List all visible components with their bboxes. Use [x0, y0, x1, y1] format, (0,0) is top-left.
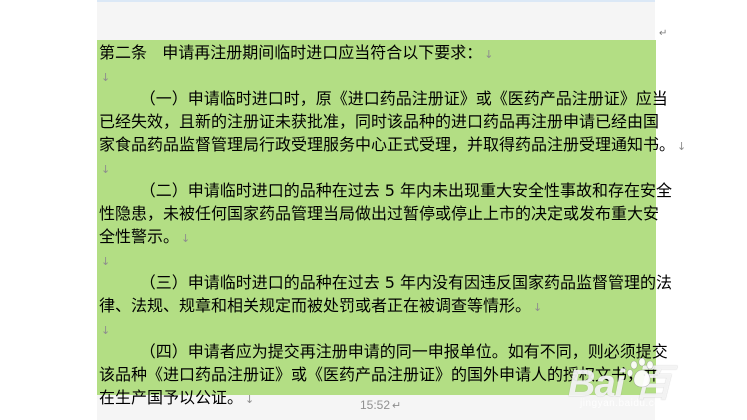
document-line: 已经失效，且新的注册证未获批准，同时该品种的进口药品再注册申请已经由国: [99, 110, 660, 133]
document-line: ↓: [99, 317, 656, 340]
paragraph-mark-icon: [659, 209, 661, 222]
paragraph-mark-icon: [672, 278, 674, 291]
watermark-site-text: jingyan.baidu.com: [580, 398, 670, 409]
baidu-paw-icon: [626, 357, 654, 388]
document-line: （一）申请临时进口时，原《进口药品注册证》或《医药产品注册证》应当: [99, 87, 668, 110]
paragraph-mark-icon: ↓: [181, 232, 191, 245]
line-text: （二）申请临时进口的品种在过去 5 年内未出现重大安全性事故和存在安全: [99, 181, 673, 200]
line-text: 已经失效，且新的注册证未获批准，同时该品种的进口药品再注册申请已经由国: [99, 112, 660, 131]
header-return-mark: ↵: [659, 28, 668, 39]
paragraph-mark-icon: ↓: [245, 393, 255, 406]
paragraph-mark-icon: ↓: [677, 140, 687, 153]
document-line: ↓: [99, 156, 656, 179]
line-text: 性隐患，未被任何国家药品管理当局做出过暂停或停止上市的决定或发布重大安: [99, 204, 660, 223]
line-text: （三）申请临时进口的品种在过去 5 年内没有因违反国家药品监督管理的法: [99, 273, 673, 292]
paragraph-mark-icon: ↓: [101, 255, 111, 268]
document-line: 律、法规、规章和相关规定而被处罚或者正在被调查等情形。 ↓: [99, 294, 656, 317]
paragraph-mark-icon: ↓: [533, 301, 543, 314]
selected-text-block[interactable]: 第二条 申请再注册期间临时进口应当符合以下要求： ↓ ↓ （一）申请临时进口时，原《…: [97, 40, 686, 407]
document-line: 性隐患，未被任何国家药品管理当局做出过暂停或停止上市的决定或发布重大安: [99, 202, 660, 225]
document-line: （二）申请临时进口的品种在过去 5 年内未出现重大安全性事故和存在安全: [99, 179, 672, 202]
line-text: 家食品药品监督管理局行政受理服务中心正式受理，并取得药品注册受理通知书。: [99, 135, 676, 154]
document-line: ↓: [99, 248, 656, 271]
line-text: （一）申请临时进口时，原《进口药品注册证》或《医药产品注册证》应当: [99, 89, 668, 108]
paragraph-mark-icon: ↓: [484, 48, 494, 61]
word-document-view: ↵ 第二条 申请再注册期间临时进口应当符合以下要求： ↓ ↓ （一）申请临时进口时，…: [0, 0, 747, 420]
time-footer: 15:52 ↵: [360, 398, 401, 412]
time-text: 15:52: [360, 398, 391, 412]
document-line: 家食品药品监督管理局行政受理服务中心正式受理，并取得药品注册受理通知书。 ↓: [99, 133, 686, 156]
paragraph-mark-icon: ↓: [101, 163, 111, 176]
document-line: ↓: [99, 64, 656, 87]
paragraph-mark-icon: ↓: [101, 324, 111, 337]
line-text: 在生产国予以公证。: [99, 388, 244, 407]
document-line: 全性警示。 ↓: [99, 225, 656, 248]
paragraph-mark-icon: [668, 94, 670, 107]
line-text: 第二条 申请再注册期间临时进口应当符合以下要求：: [99, 43, 483, 62]
document-line: 第二条 申请再注册期间临时进口应当符合以下要求： ↓: [99, 41, 656, 64]
line-text: 全性警示。: [99, 227, 180, 246]
line-text: 律、法规、规章和相关规定而被处罚或者正在被调查等情形。: [99, 296, 532, 315]
document-line: （三）申请临时进口的品种在过去 5 年内没有因违反国家药品监督管理的法: [99, 271, 672, 294]
baidu-jingyan-watermark: Bai 百 jingyan.baidu.com: [568, 354, 738, 416]
paragraph-mark-icon: ↵: [392, 400, 402, 412]
paragraph-mark-icon: [672, 186, 674, 199]
paragraph-mark-icon: ↓: [101, 71, 111, 84]
paragraph-mark-icon: [659, 117, 661, 130]
